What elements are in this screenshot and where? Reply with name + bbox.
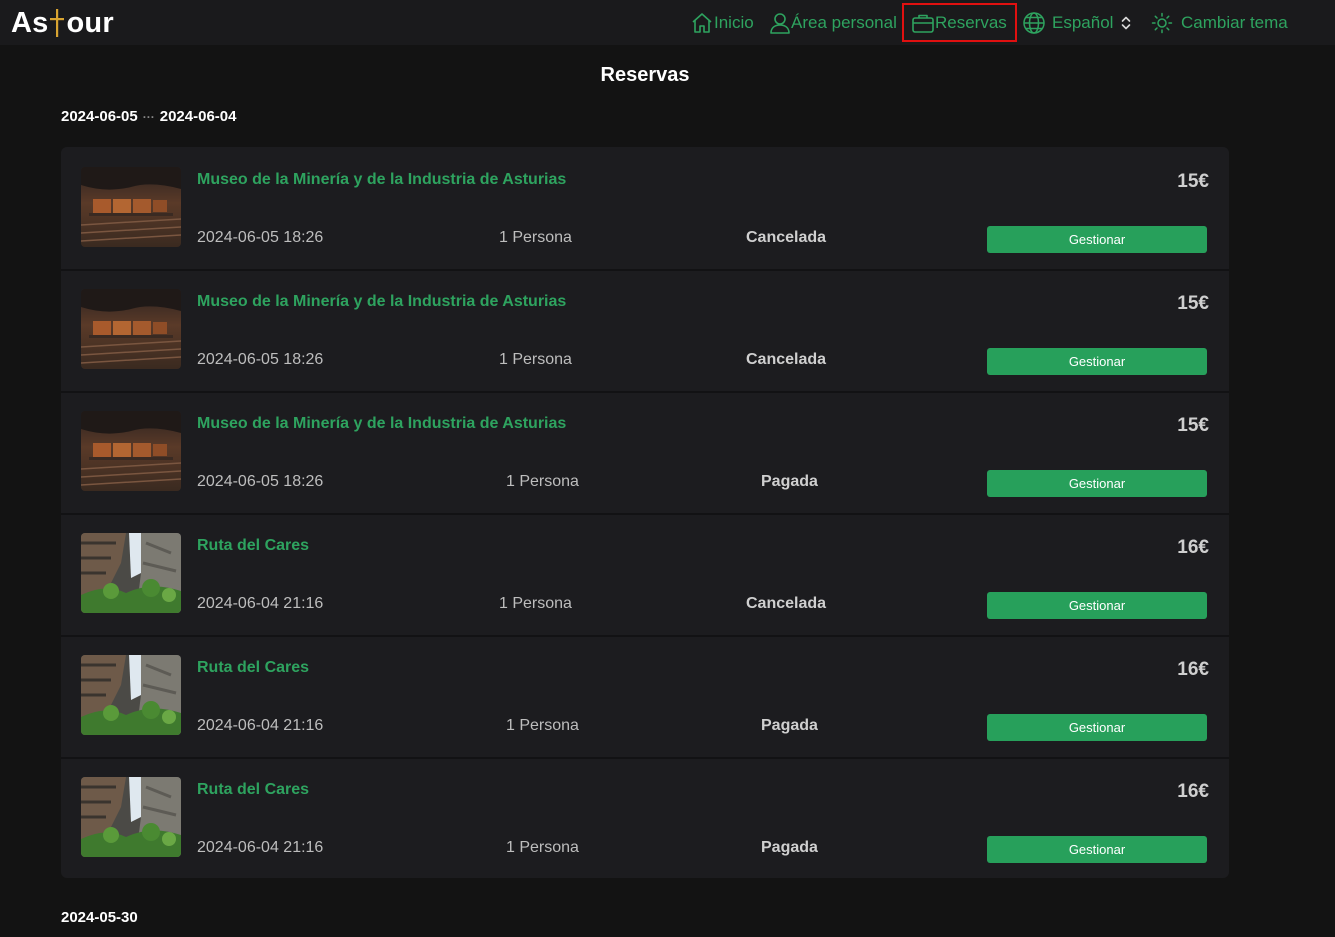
manage-booking-button[interactable]: Gestionar (987, 226, 1207, 253)
booking-thumbnail-image (81, 777, 181, 857)
card-divider (61, 391, 1229, 393)
booking-card: Museo de la Minería y de la Industria de… (61, 269, 1229, 391)
booking-card: Ruta del Cares 16€ 2024-06-04 21:16 1 Pe… (61, 757, 1229, 878)
nav-home-link[interactable]: Inicio (690, 0, 754, 45)
booking-status: Pagada (761, 717, 818, 734)
booking-thumbnail-image (81, 655, 181, 735)
booking-thumbnail (81, 777, 181, 857)
logo-cross-icon (49, 7, 65, 39)
booking-status: Cancelada (746, 229, 827, 246)
group-date-from: 2024-06-05 (61, 108, 138, 125)
language-selector[interactable]: Español (1022, 0, 1132, 45)
user-icon (770, 12, 790, 34)
booking-people: 1 Persona (506, 839, 579, 856)
booking-thumbnail-image (81, 289, 181, 369)
group-date-from: 2024-05-30 (61, 909, 138, 926)
booking-price: 15€ (1177, 293, 1209, 314)
bookings-list: Museo de la Minería y de la Industria de… (61, 147, 1229, 878)
booking-thumbnail-image (81, 411, 181, 491)
manage-booking-button[interactable]: Gestionar (987, 348, 1207, 375)
globe-icon (1023, 11, 1045, 34)
booking-status: Pagada (761, 473, 818, 490)
manage-booking-button[interactable]: Gestionar (987, 592, 1207, 619)
booking-title[interactable]: Ruta del Cares (197, 781, 309, 799)
home-icon (692, 12, 712, 33)
active-nav-highlight (902, 3, 1017, 42)
card-divider (61, 757, 1229, 759)
booking-datetime: 2024-06-04 21:16 (197, 717, 324, 734)
group-date-separator: ··· (142, 109, 155, 124)
booking-card: Museo de la Minería y de la Industria de… (61, 391, 1229, 513)
booking-thumbnail (81, 533, 181, 613)
date-group-header: 2024-05-30 (61, 909, 138, 926)
nav-personal-label: Área personal (791, 12, 897, 32)
booking-status: Cancelada (746, 351, 827, 368)
logo-text-left: As (11, 6, 49, 39)
booking-title[interactable]: Ruta del Cares (197, 537, 309, 555)
nav-home-label: Inicio (714, 12, 754, 32)
booking-card: Ruta del Cares 16€ 2024-06-04 21:16 1 Pe… (61, 513, 1229, 635)
theme-label: Cambiar tema (1181, 12, 1288, 32)
sun-icon (1151, 12, 1173, 33)
booking-status: Pagada (761, 839, 818, 856)
booking-title[interactable]: Museo de la Minería y de la Industria de… (197, 415, 566, 433)
manage-booking-button[interactable]: Gestionar (987, 836, 1207, 863)
logo-text-right: our (66, 6, 114, 39)
booking-datetime: 2024-06-04 21:16 (197, 839, 324, 856)
chevron-updown-icon (1122, 16, 1131, 29)
booking-people: 1 Persona (499, 595, 572, 612)
booking-card: Museo de la Minería y de la Industria de… (61, 147, 1229, 269)
booking-datetime: 2024-06-05 18:26 (197, 473, 324, 490)
booking-thumbnail (81, 411, 181, 491)
booking-price: 16€ (1177, 659, 1209, 680)
theme-toggle[interactable]: Cambiar tema (1151, 0, 1288, 45)
page-title: Reservas (600, 64, 690, 86)
language-label: Español (1052, 12, 1114, 32)
booking-price: 15€ (1177, 171, 1209, 192)
manage-booking-button[interactable]: Gestionar (987, 714, 1207, 741)
card-divider (61, 513, 1229, 515)
booking-title[interactable]: Museo de la Minería y de la Industria de… (197, 293, 566, 311)
booking-people: 1 Persona (499, 229, 572, 246)
logo[interactable]: As our (11, 5, 114, 41)
booking-people: 1 Persona (499, 351, 572, 368)
booking-datetime: 2024-06-05 18:26 (197, 351, 324, 368)
nav-personal-link[interactable]: Área personal (769, 0, 897, 45)
card-divider (61, 269, 1229, 271)
booking-title[interactable]: Ruta del Cares (197, 659, 309, 677)
booking-price: 15€ (1177, 415, 1209, 436)
booking-thumbnail-image (81, 167, 181, 247)
booking-price: 16€ (1177, 781, 1209, 802)
booking-title[interactable]: Museo de la Minería y de la Industria de… (197, 171, 566, 189)
booking-card: Ruta del Cares 16€ 2024-06-04 21:16 1 Pe… (61, 635, 1229, 757)
manage-booking-button[interactable]: Gestionar (987, 470, 1207, 497)
booking-datetime: 2024-06-04 21:16 (197, 595, 324, 612)
booking-datetime: 2024-06-05 18:26 (197, 229, 324, 246)
group-date-to: 2024-06-04 (159, 108, 237, 125)
date-group-header: 2024-06-05 ··· 2024-06-04 (61, 108, 236, 125)
booking-thumbnail (81, 289, 181, 369)
booking-people: 1 Persona (506, 473, 579, 490)
top-bar: As our Inicio Área personal Reservas Esp… (0, 0, 1335, 45)
card-divider (61, 635, 1229, 637)
booking-people: 1 Persona (506, 717, 579, 734)
booking-thumbnail-image (81, 533, 181, 613)
booking-thumbnail (81, 655, 181, 735)
booking-price: 16€ (1177, 537, 1209, 558)
booking-status: Cancelada (746, 595, 827, 612)
booking-thumbnail (81, 167, 181, 247)
